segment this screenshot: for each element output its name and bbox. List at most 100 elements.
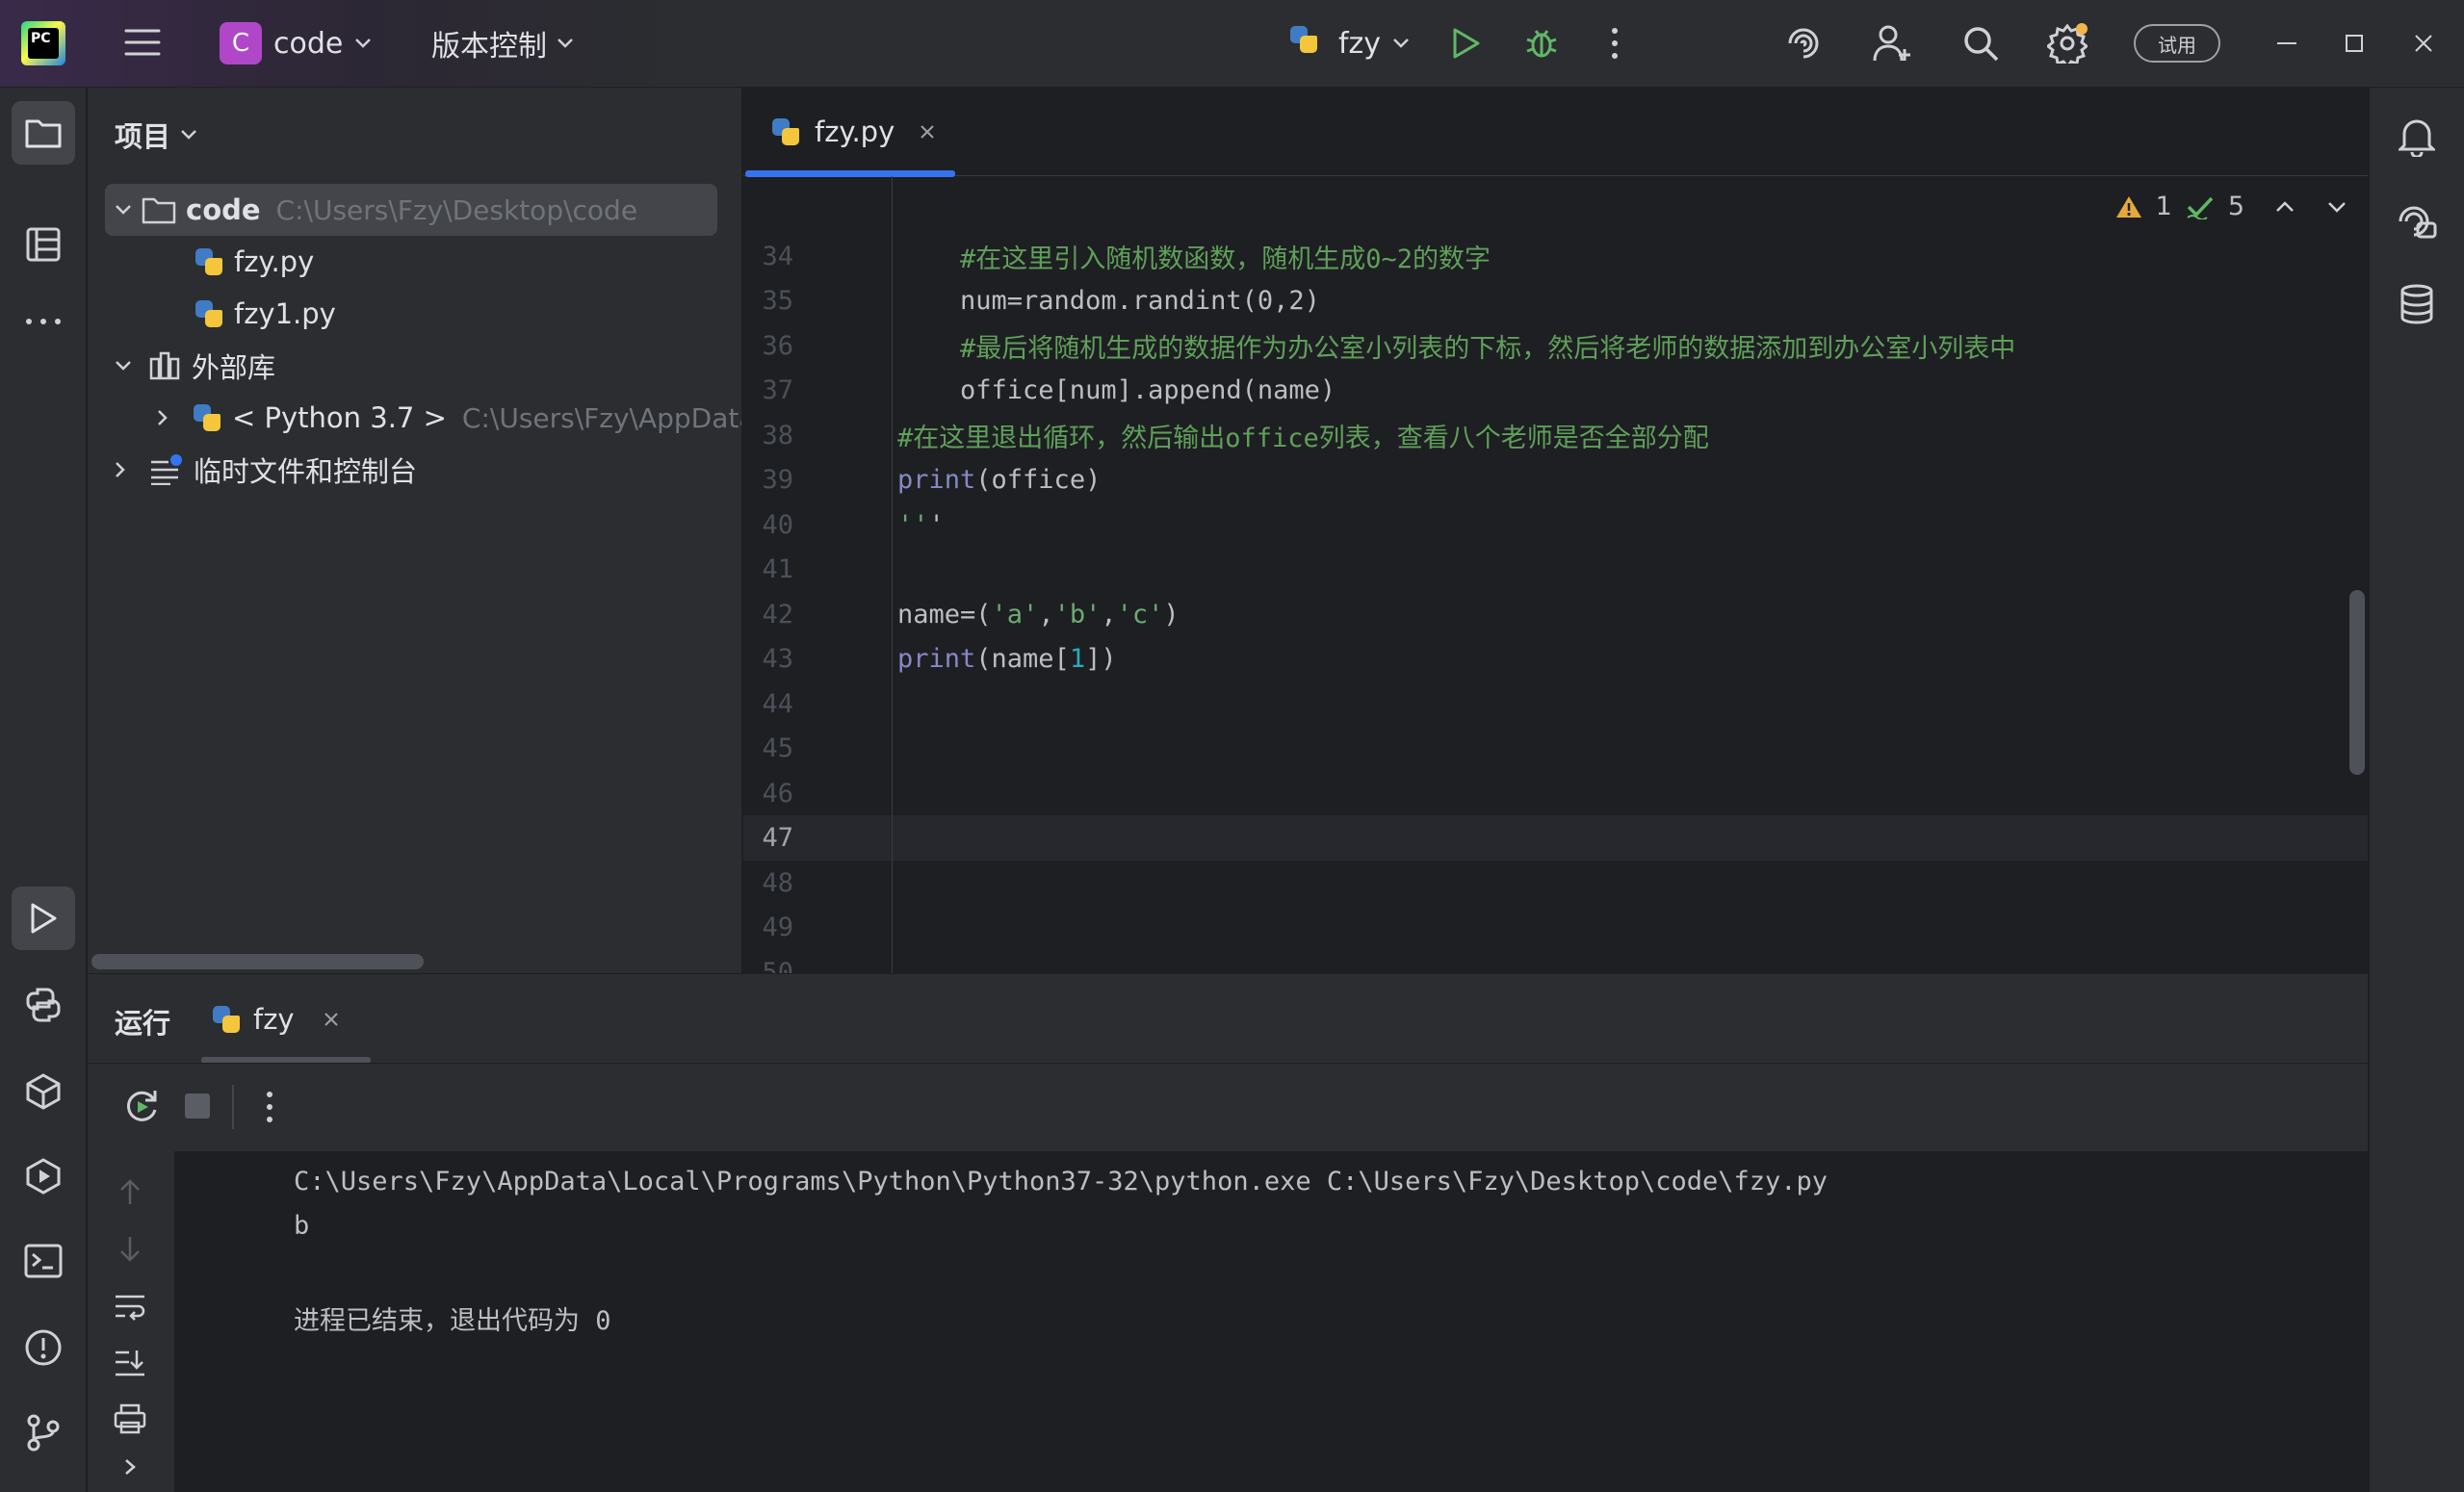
- structure-tool-icon[interactable]: [12, 213, 75, 276]
- soft-wrap-icon[interactable]: [111, 1288, 149, 1326]
- ai-chat-icon[interactable]: [2385, 190, 2449, 253]
- chevron-down-icon: [1393, 39, 1409, 48]
- run-icon[interactable]: [1444, 21, 1489, 65]
- minimize-icon[interactable]: [2265, 21, 2309, 65]
- tree-item-python-sdk[interactable]: < Python 3.7 > C:\Users\Fzy\AppData\Loc: [157, 392, 741, 444]
- tree-item-label: 外部库: [192, 351, 276, 384]
- line-number: 44: [762, 688, 793, 719]
- chevron-right-icon[interactable]: [115, 461, 126, 478]
- editor-vertical-scrollbar[interactable]: [2349, 590, 2365, 775]
- run-tool-icon[interactable]: [12, 887, 75, 950]
- chevron-down-icon[interactable]: [115, 204, 132, 216]
- toolbar-divider: [232, 1085, 234, 1129]
- scroll-up-icon[interactable]: [111, 1172, 149, 1211]
- ok-count: 5: [2227, 192, 2244, 221]
- console-output[interactable]: C:\Users\Fzy\AppData\Local\Programs\Pyth…: [174, 1151, 2368, 1492]
- tree-item-label: code: [186, 193, 261, 226]
- python-icon: [192, 402, 222, 433]
- code-editor: fzy.py 1 5 34 #在这里引入随机数函数，随机生成0~2的数字 35 n…: [743, 88, 2368, 973]
- tree-item-label: fzy.py: [234, 245, 315, 278]
- code-line[interactable]: 45: [743, 726, 2368, 771]
- code-line[interactable]: 40 ''': [743, 502, 2368, 548]
- line-number: 47: [762, 823, 793, 853]
- chevron-down-icon[interactable]: [2327, 200, 2347, 214]
- tree-item-external-libraries[interactable]: 外部库: [115, 340, 275, 392]
- rerun-icon[interactable]: [122, 1087, 161, 1129]
- terminal-icon[interactable]: [12, 1229, 75, 1293]
- stop-icon[interactable]: [184, 1093, 211, 1123]
- code-line[interactable]: 35 num=random.randint(0,2): [743, 278, 2368, 323]
- code-line[interactable]: 49: [743, 905, 2368, 950]
- print-icon[interactable]: [111, 1400, 149, 1438]
- inspection-widget[interactable]: 1 5: [2115, 192, 2347, 221]
- search-icon[interactable]: [1958, 21, 2003, 65]
- code-line[interactable]: 48: [743, 861, 2368, 906]
- run-tab-label: fzy: [253, 1003, 295, 1036]
- code-text: print(name[1]): [897, 644, 1117, 674]
- project-tool-icon[interactable]: [12, 101, 75, 165]
- more-actions-icon[interactable]: [1593, 21, 1637, 65]
- line-number: 35: [762, 286, 793, 316]
- scroll-to-end-icon[interactable]: [111, 1344, 149, 1382]
- code-line[interactable]: 37 office[num].append(name): [743, 368, 2368, 413]
- more-tools-icon[interactable]: [12, 290, 75, 353]
- code-line[interactable]: 39 print(office): [743, 457, 2368, 502]
- code-text: #在这里退出循环，然后输出office列表，查看八个老师是否全部分配: [897, 423, 1709, 453]
- code-line[interactable]: 43 print(name[1]): [743, 636, 2368, 682]
- python-console-icon[interactable]: [12, 973, 75, 1037]
- run-toolbar: [88, 1063, 2368, 1151]
- line-number: 50: [762, 957, 793, 974]
- close-tab-icon[interactable]: [324, 1012, 339, 1027]
- notifications-bell-icon[interactable]: [2385, 105, 2449, 168]
- library-icon: [149, 351, 180, 380]
- problems-icon[interactable]: [12, 1316, 75, 1379]
- code-line[interactable]: 42 name=('a','b','c'): [743, 592, 2368, 637]
- code-text: #最后将随机生成的数据作为办公室小列表的下标，然后将老师的数据添加到办公室小列表…: [897, 333, 2016, 364]
- code-line[interactable]: 36 #最后将随机生成的数据作为办公室小列表的下标，然后将老师的数据添加到办公室…: [743, 323, 2368, 369]
- close-icon[interactable]: [2401, 21, 2446, 65]
- line-number: 38: [762, 420, 793, 450]
- code-line[interactable]: 44: [743, 682, 2368, 727]
- more-actions-icon[interactable]: [265, 1091, 274, 1127]
- project-panel-header[interactable]: 项目: [115, 115, 197, 155]
- tree-item-fzy-py[interactable]: fzy.py: [194, 236, 314, 288]
- chevron-down-icon[interactable]: [115, 360, 132, 372]
- run-tab-fzy[interactable]: fzy: [201, 990, 349, 1049]
- settings-gear-icon[interactable]: [2045, 21, 2089, 65]
- warning-count: 1: [2155, 192, 2172, 221]
- line-number: 48: [762, 867, 793, 898]
- debug-icon[interactable]: [1519, 21, 1564, 65]
- chevron-right-icon[interactable]: [157, 409, 169, 426]
- code-line[interactable]: 50: [743, 950, 2368, 974]
- line-number: 36: [762, 330, 793, 361]
- tree-item-code-folder[interactable]: code C:\Users\Fzy\Desktop\code: [105, 184, 717, 236]
- code-line[interactable]: 46: [743, 771, 2368, 816]
- code-line[interactable]: 38 #在这里退出循环，然后输出office列表，查看八个老师是否全部分配: [743, 413, 2368, 458]
- tree-item-scratches[interactable]: 临时文件和控制台: [115, 444, 417, 496]
- project-name: code: [273, 26, 344, 61]
- scroll-down-icon[interactable]: [111, 1230, 149, 1269]
- close-tab-icon[interactable]: [920, 124, 935, 140]
- line-number: 45: [762, 733, 793, 763]
- ai-assistant-icon[interactable]: [1781, 21, 1826, 65]
- main-menu-icon[interactable]: [121, 21, 164, 64]
- tab-fzy-py[interactable]: fzy.py: [743, 88, 957, 177]
- database-icon[interactable]: [2385, 272, 2449, 336]
- code-line[interactable]: 41: [743, 547, 2368, 592]
- code-line[interactable]: 34 #在这里引入随机数函数，随机生成0~2的数字: [743, 234, 2368, 279]
- code-line[interactable]: 47: [743, 815, 2368, 861]
- trial-badge[interactable]: 试用: [2134, 24, 2220, 63]
- python-packages-icon[interactable]: [12, 1060, 75, 1123]
- vcs-menu[interactable]: 版本控制: [431, 19, 574, 67]
- chevron-up-icon[interactable]: [2275, 200, 2295, 214]
- expand-chevron-icon[interactable]: [111, 1448, 149, 1486]
- maximize-icon[interactable]: [2332, 21, 2376, 65]
- services-icon[interactable]: [12, 1145, 75, 1208]
- run-configuration-selector[interactable]: fzy: [1288, 19, 1410, 67]
- add-user-icon[interactable]: [1870, 21, 1914, 65]
- git-icon[interactable]: [12, 1401, 75, 1464]
- horizontal-scrollbar[interactable]: [91, 954, 424, 969]
- pycharm-logo-icon[interactable]: PC: [21, 21, 65, 65]
- project-switcher[interactable]: C code: [220, 19, 372, 67]
- tree-item-fzy1-py[interactable]: fzy1.py: [194, 288, 336, 340]
